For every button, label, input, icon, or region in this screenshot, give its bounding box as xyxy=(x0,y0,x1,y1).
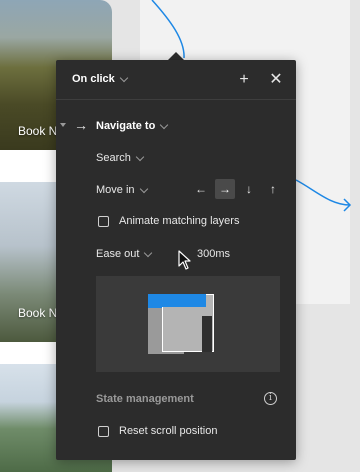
action-dropdown[interactable]: Navigate to xyxy=(96,120,169,132)
action-label: Navigate to xyxy=(96,120,156,132)
reset-scroll-row[interactable]: Reset scroll position xyxy=(98,425,217,437)
chevron-down-icon xyxy=(144,248,153,257)
chevron-down-icon xyxy=(160,120,169,129)
trigger-dropdown[interactable]: On click xyxy=(72,73,129,85)
preview-to-sidebar xyxy=(202,316,212,352)
direction-right-button[interactable]: → xyxy=(215,179,235,199)
connector-line xyxy=(151,0,185,59)
reset-scroll-label: Reset scroll position xyxy=(119,425,218,437)
animation-label: Move in xyxy=(96,184,135,196)
chevron-down-icon xyxy=(139,184,148,193)
chevron-down-icon xyxy=(135,152,145,161)
preview-to-header xyxy=(162,294,206,307)
connector-line xyxy=(295,179,351,206)
arrow-right-icon: → xyxy=(74,117,88,133)
popover-caret xyxy=(168,52,184,60)
destination-label: Search xyxy=(96,152,131,164)
duration-field[interactable]: 300ms xyxy=(197,248,230,260)
interaction-popover: On click + ✕ → Navigate to Search Move i… xyxy=(56,60,296,460)
state-management-title: State management xyxy=(96,393,194,405)
animation-dropdown[interactable]: Move in xyxy=(96,184,148,196)
animate-matching-label: Animate matching layers xyxy=(119,215,240,227)
destination-dropdown[interactable]: Search xyxy=(96,152,145,164)
animate-matching-checkbox[interactable] xyxy=(98,215,109,227)
direction-down-button[interactable]: ↓ xyxy=(239,179,259,199)
reset-scroll-checkbox[interactable] xyxy=(98,425,109,437)
chevron-down-icon xyxy=(119,73,129,82)
direction-left-button[interactable]: ← xyxy=(191,179,211,199)
animate-matching-row[interactable]: Animate matching layers xyxy=(98,215,239,227)
direction-up-button[interactable]: ↑ xyxy=(263,179,283,199)
popover-header: On click + ✕ xyxy=(56,60,296,100)
easing-dropdown[interactable]: Ease out xyxy=(96,248,153,260)
plus-icon[interactable]: + xyxy=(236,72,252,88)
mouse-cursor-icon xyxy=(178,250,191,270)
trigger-label: On click xyxy=(72,73,115,85)
easing-label: Ease out xyxy=(96,248,140,260)
info-icon[interactable]: i xyxy=(264,392,277,405)
collapse-caret-icon[interactable] xyxy=(60,123,66,127)
close-icon[interactable]: ✕ xyxy=(268,72,284,88)
animation-preview xyxy=(96,276,280,372)
duration-value: 300ms xyxy=(197,248,231,260)
